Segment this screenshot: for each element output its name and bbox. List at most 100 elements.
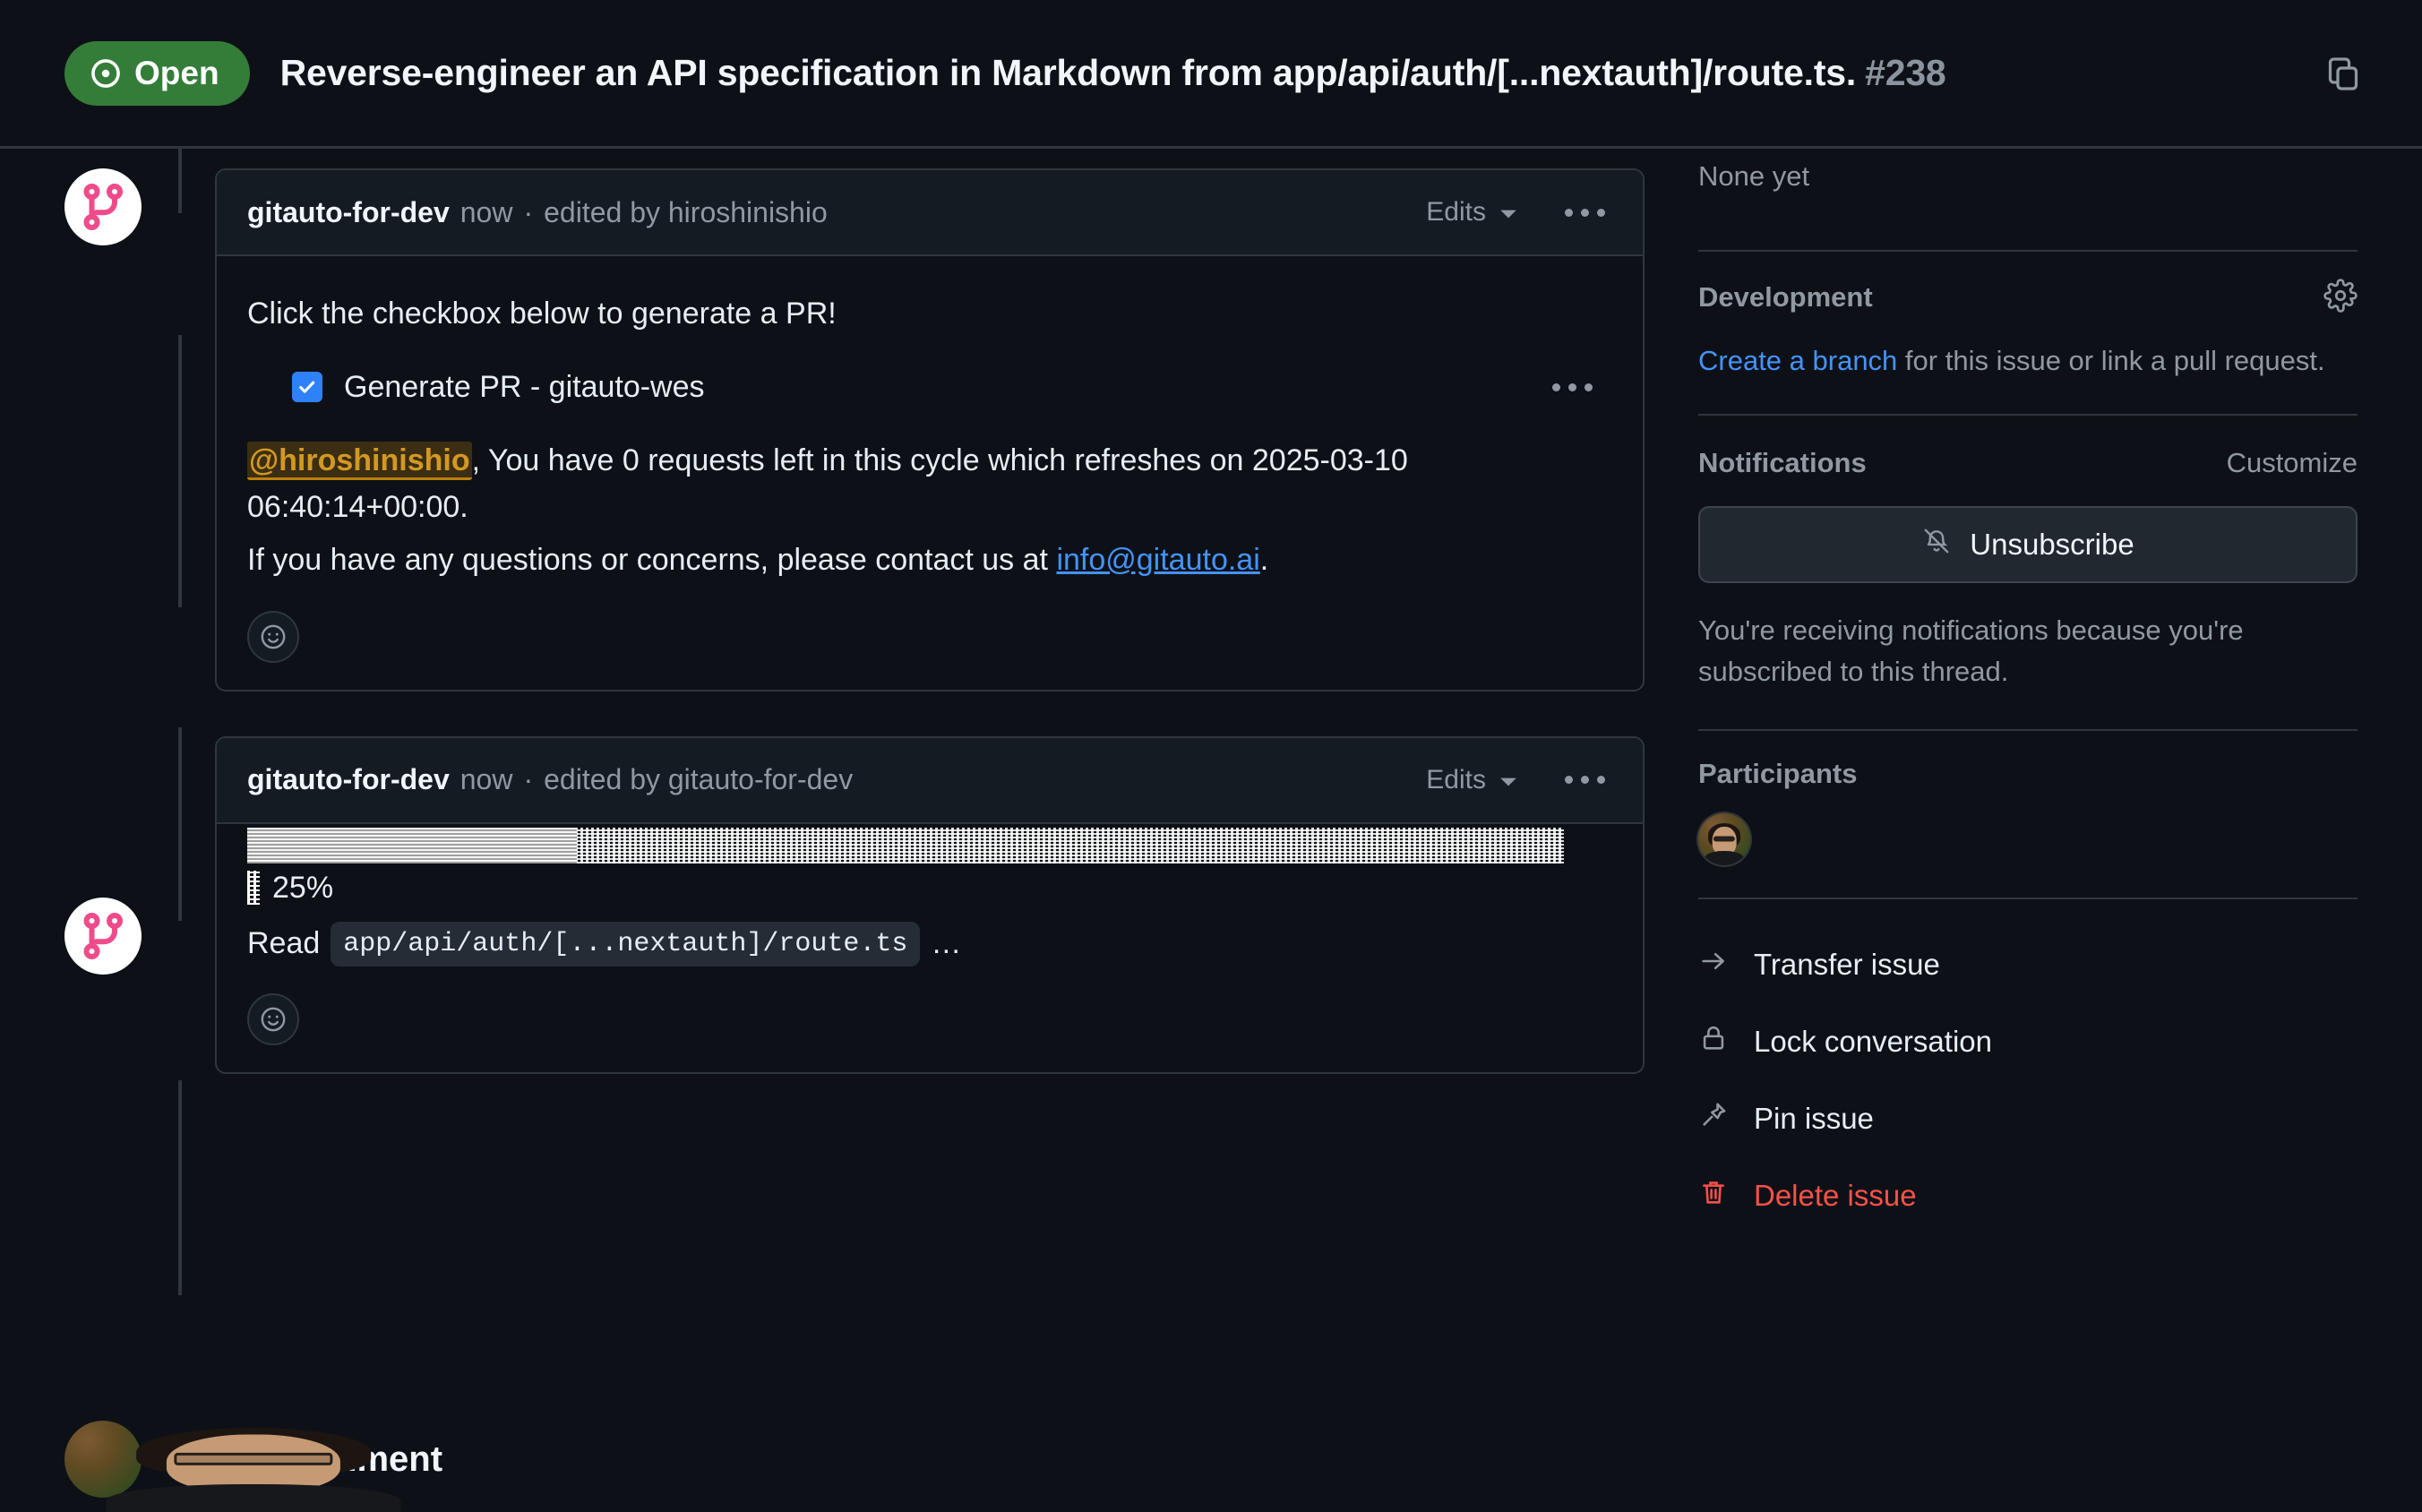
gear-icon[interactable]: [2323, 278, 2358, 317]
chevron-down-icon: [1499, 197, 1518, 228]
conversation-column: gitauto-for-dev now · edited by hiroshin…: [0, 149, 1684, 1512]
file-path-code: app/api/auth/[...nextauth]/route.ts: [331, 921, 921, 966]
avatar[interactable]: [64, 898, 142, 975]
comment-edited-by: edited by gitauto-for-dev: [544, 763, 854, 796]
comment-timestamp: now: [459, 763, 513, 796]
status-badge-label: Open: [134, 54, 219, 91]
comment-edited-by: edited by hiroshinishio: [544, 195, 828, 228]
divider: [1698, 249, 2358, 252]
pin-issue-action[interactable]: Pin issue: [1698, 1080, 2358, 1157]
notifications-description: You're receiving notifications because y…: [1698, 614, 2244, 688]
milestone-none-yet: None yet: [1698, 160, 1810, 192]
task-list-item-label: Generate PR - gitauto-wes: [344, 369, 705, 404]
generate-pr-checkbox[interactable]: [292, 372, 322, 403]
add-comment-section: Add a comment: [64, 1406, 442, 1512]
contact-paragraph: If you have any questions or concerns, p…: [247, 537, 1612, 584]
support-email-link[interactable]: info@gitauto.ai: [1056, 543, 1259, 577]
comment-body: Click the checkbox below to generate a P…: [217, 256, 1643, 690]
comment-header: gitauto-for-dev now · edited by gitauto-…: [217, 737, 1643, 824]
avatar-body: [1704, 851, 1745, 865]
divider: [1698, 414, 2358, 416]
comment-card: gitauto-for-dev now · edited by gitauto-…: [215, 735, 1645, 1074]
page-title: Reverse-engineer an API specification in…: [280, 52, 1946, 94]
lock-conversation-label: Lock conversation: [1754, 1024, 1992, 1058]
smiley-reaction-icon[interactable]: [247, 992, 299, 1045]
comment-author[interactable]: gitauto-for-dev: [247, 196, 450, 229]
comment-body: 25% Read app/api/auth/[...nextauth]/rout…: [217, 824, 1643, 1072]
trash-icon: [1698, 1177, 1729, 1215]
development-description-rest: for this issue or link a pull request.: [1897, 344, 2325, 376]
progress-dither-icon: [247, 871, 260, 906]
avatar-hair: [136, 1427, 371, 1476]
development-section-header: Development: [1698, 278, 2358, 317]
comment-timestamp: now: [459, 195, 513, 228]
edits-dropdown[interactable]: Edits: [1426, 197, 1518, 228]
lock-conversation-action[interactable]: Lock conversation: [1698, 1003, 2358, 1080]
issue-actions-list: Transfer issue Lock conversation Pin iss…: [1698, 926, 2358, 1234]
create-branch-link[interactable]: Create a branch: [1698, 345, 1897, 376]
timeline-rail: [178, 727, 182, 921]
transfer-issue-label: Transfer issue: [1754, 947, 1940, 981]
delete-issue-action[interactable]: Delete issue: [1698, 1157, 2358, 1234]
transfer-issue-action[interactable]: Transfer issue: [1698, 926, 2358, 1003]
comment-header-actions: Edits: [1426, 197, 1612, 228]
notifications-title: Notifications: [1698, 447, 1867, 479]
progress-bar-fill: [247, 827, 577, 863]
progress-ellipsis: …: [931, 926, 962, 961]
chevron-down-icon: [1499, 765, 1518, 795]
issue-open-icon: [90, 57, 122, 90]
issue-title-text: Reverse-engineer an API specification in…: [279, 52, 1857, 93]
edits-dropdown-label: Edits: [1426, 764, 1486, 795]
participants-title: Participants: [1698, 757, 1858, 789]
progress-status-line: Read app/api/auth/[...nextauth]/route.ts…: [247, 921, 1612, 966]
pin-issue-label: Pin issue: [1754, 1101, 1874, 1135]
comment-author[interactable]: gitauto-for-dev: [247, 763, 450, 796]
unsubscribe-button[interactable]: Unsubscribe: [1698, 505, 2358, 583]
task-list: Generate PR - gitauto-wes: [292, 370, 1612, 405]
comment-intro-text: Click the checkbox below to generate a P…: [247, 296, 837, 331]
progress-action-label: Read: [247, 926, 321, 961]
smiley-reaction-icon[interactable]: [247, 610, 299, 663]
user-mention[interactable]: @hiroshinishio: [247, 441, 472, 480]
issue-sidebar: None yet Development Create a branch for…: [1684, 149, 2422, 1512]
comment-header-actions: Edits: [1426, 765, 1612, 795]
bell-slash-icon: [1921, 526, 1952, 563]
quota-paragraph: @hiroshinishio, You have 0 requests left…: [247, 437, 1612, 531]
edits-dropdown[interactable]: Edits: [1426, 765, 1518, 795]
timeline-rail: [178, 149, 182, 213]
contact-text-suffix: .: [1259, 543, 1269, 578]
unsubscribe-label: Unsubscribe: [1970, 527, 2134, 561]
customize-notifications-link[interactable]: Customize: [2227, 442, 2358, 485]
arrow-right-icon: [1698, 946, 1729, 984]
participant-avatar[interactable]: [1698, 812, 1750, 865]
progress-bar: [247, 827, 1564, 863]
issue-layout: gitauto-for-dev now · edited by hiroshin…: [0, 149, 2422, 1512]
development-description: Create a branch for this issue or link a…: [1698, 340, 2358, 382]
issue-header: Open Reverse-engineer an API specificati…: [0, 0, 2422, 149]
pin-icon: [1698, 1100, 1729, 1138]
issue-number: #238: [1865, 52, 1946, 93]
comment-menu-button[interactable]: [1558, 202, 1612, 224]
comment-meta-separator: ·: [523, 195, 534, 228]
delete-issue-label: Delete issue: [1754, 1178, 1917, 1212]
progress-percent: 25%: [247, 871, 1612, 906]
edits-dropdown-label: Edits: [1426, 197, 1486, 227]
copy-icon[interactable]: [2318, 48, 2368, 99]
comment-menu-button[interactable]: [1558, 769, 1612, 791]
avatar-body: [106, 1484, 401, 1512]
contact-text-prefix: If you have any questions or concerns, p…: [247, 543, 1057, 578]
notifications-section-header: Notifications Customize: [1698, 442, 2358, 485]
comment-card: gitauto-for-dev now · edited by hiroshin…: [215, 168, 1645, 692]
avatar[interactable]: [64, 168, 142, 245]
task-list-item: Generate PR - gitauto-wes: [292, 370, 1612, 405]
task-menu-button[interactable]: [1545, 376, 1600, 399]
current-user-avatar[interactable]: [64, 1421, 401, 1512]
status-badge: Open: [64, 40, 250, 106]
divider: [1698, 897, 2358, 899]
divider: [1698, 728, 2358, 731]
timeline-rail: [178, 335, 182, 607]
progress-percent-label: 25%: [272, 870, 334, 905]
comment-header: gitauto-for-dev now · edited by hiroshin…: [217, 170, 1643, 256]
comment-meta-separator: ·: [523, 763, 534, 796]
timeline-rail: [178, 1080, 182, 1295]
